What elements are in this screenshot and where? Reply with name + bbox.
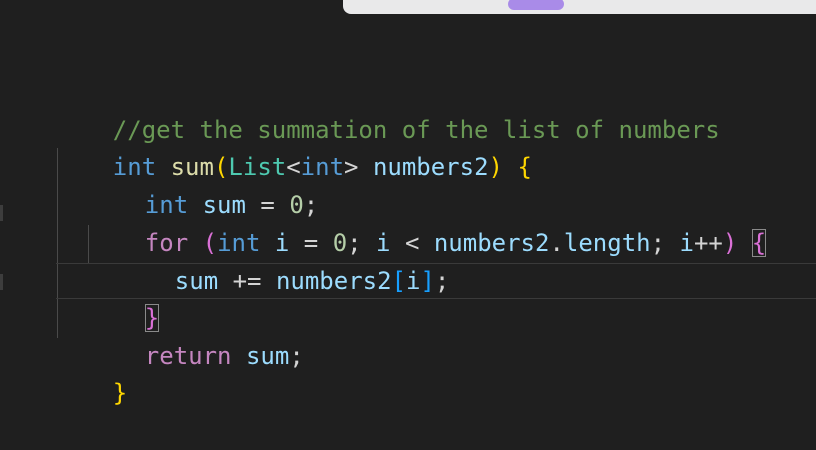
semicolon: ;	[434, 266, 450, 295]
gutter-marker	[0, 274, 3, 290]
param-name: numbers2	[372, 152, 489, 181]
code-line-6-close-brace[interactable]: }	[87, 262, 160, 332]
brace-open: {	[517, 152, 532, 181]
variable-i: i	[679, 228, 694, 257]
code-line-4-for-loop[interactable]: for (int i = 0; i < numbers2.length; i++…	[87, 187, 767, 257]
code-line-1-comment[interactable]: //get the summation of the list of numbe…	[55, 74, 720, 144]
semicolon: ;	[650, 228, 680, 257]
code-editor[interactable]: //get the summation of the list of numbe…	[0, 0, 816, 428]
gutter-marker	[0, 205, 3, 221]
variable-sum: sum	[174, 266, 219, 295]
angle-close: >	[344, 152, 359, 181]
brace-close: }	[112, 378, 128, 407]
code-line-5-accumulate[interactable]: sum += numbers2[i];	[117, 225, 450, 295]
variable-numbers2: numbers2	[275, 266, 392, 295]
operator-increment: ++	[693, 228, 723, 257]
code-line-8-close-brace[interactable]: }	[55, 337, 127, 407]
variable-i: i	[406, 266, 421, 295]
brace-open-matched: {	[751, 228, 767, 257]
code-line-3-declaration[interactable]: int sum = 0;	[87, 149, 318, 219]
property-length: length	[563, 228, 651, 257]
variable-sum: sum	[245, 341, 290, 370]
paren-close: )	[722, 228, 738, 257]
semicolon: ;	[289, 341, 304, 370]
bracket-close: ]	[420, 266, 435, 295]
code-line-2-signature[interactable]: int sum(List<int> numbers2) {	[55, 111, 532, 181]
bracket-open: [	[391, 266, 406, 295]
operator-add-assign: +=	[218, 266, 276, 295]
paren-close: )	[488, 152, 503, 181]
dot: .	[549, 228, 564, 257]
code-line-7-return[interactable]: return sum;	[87, 300, 304, 370]
keyword-return: return	[144, 341, 232, 370]
variable-numbers2: numbers2	[433, 228, 550, 257]
